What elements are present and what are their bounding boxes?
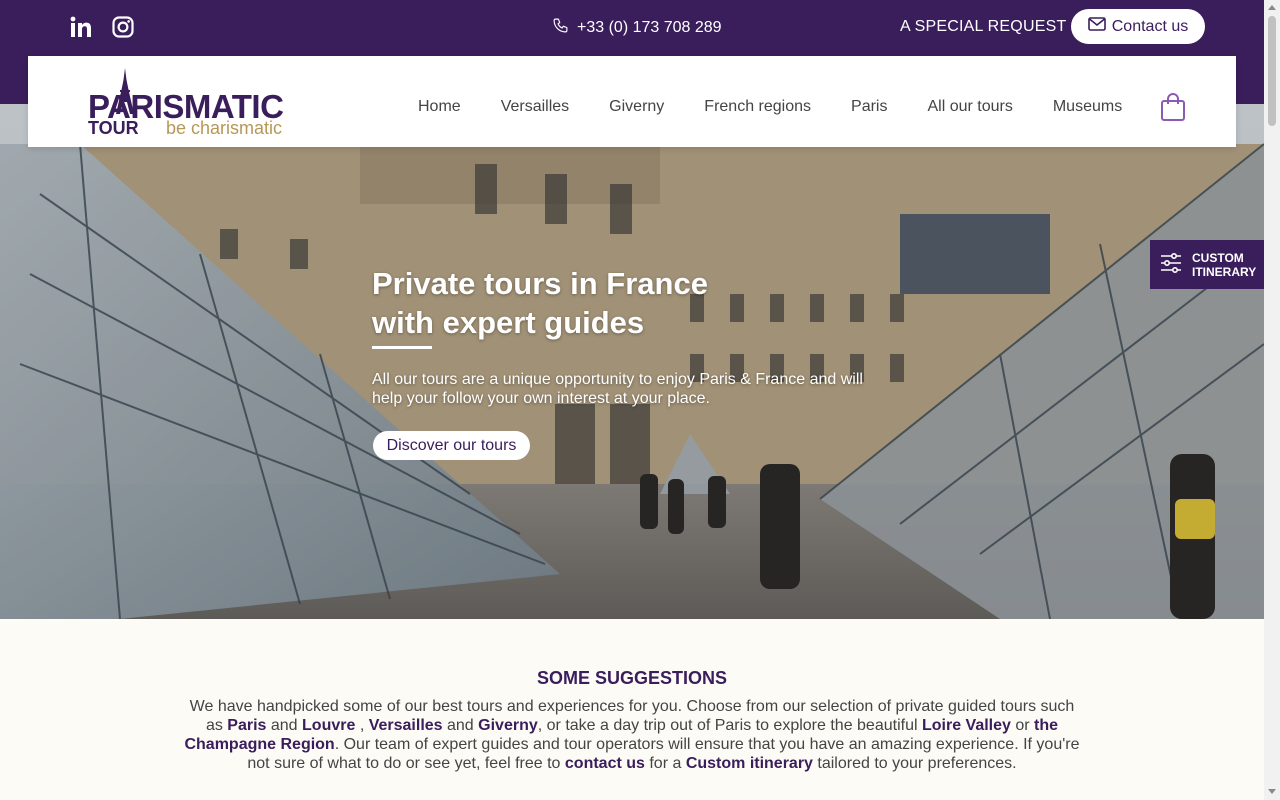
main-navigation: PARISMATIC TOUR be charismatic Home Vers… [28,56,1236,147]
special-request-label: A SPECIAL REQUEST ? [900,18,1080,35]
nav-item-paris[interactable]: Paris [851,98,887,116]
suggestions-text: We have handpicked some of our best tour… [180,697,1084,773]
scroll-down-arrow[interactable] [1268,789,1276,794]
hero-banner: Private tours in France with expert guid… [0,104,1264,619]
nav-item-giverny[interactable]: Giverny [609,98,664,116]
discover-tours-button[interactable]: Discover our tours [373,431,530,460]
custom-itinerary-line2: ITINERARY [1192,264,1257,279]
scroll-up-arrow[interactable] [1268,5,1276,10]
suggestions-text-part: and [266,717,303,734]
link-contact-us[interactable]: contact us [565,755,645,772]
hero-description: All our tours are a unique opportunity t… [372,371,863,407]
suggestions-text-part: for a [644,755,686,772]
suggestions-text-part: tailored to your preferences. [812,755,1017,772]
contact-us-label: Contact us [1111,17,1189,35]
suggestions-text-part: , or take a day trip out of Paris to exp… [537,717,922,734]
suggestions-text-part: and [442,717,479,734]
nav-item-versailles[interactable]: Versailles [501,98,569,116]
mail-icon [1087,17,1106,36]
link-versailles[interactable]: Versailles [369,717,443,734]
link-louvre[interactable]: Louvre [302,717,355,734]
nav-item-french-regions[interactable]: French regions [704,98,811,116]
phone-text: +33 (0) 173 708 289 [577,19,722,36]
suggestions-text-part: , [355,717,369,734]
phone-icon [552,17,569,39]
nav-item-all-tours[interactable]: All our tours [927,98,1012,116]
logo-tagline: be charismatic [166,118,283,138]
link-custom-itinerary[interactable]: Custom itinerary [686,755,813,772]
hero-title-line2: with expert guides [372,305,645,340]
nav-item-home[interactable]: Home [418,98,461,116]
sliders-icon [1160,252,1182,277]
custom-itinerary-button[interactable]: CUSTOM ITINERARY [1150,240,1264,289]
site-logo[interactable]: PARISMATIC TOUR be charismatic [88,68,293,138]
contact-us-button[interactable]: Contact us [1071,9,1205,44]
suggestions-title: SOME SUGGESTIONS [536,668,728,688]
custom-itinerary-label: CUSTOM ITINERARY [1192,251,1256,279]
suggestions-text-part: or [1010,717,1035,734]
custom-itinerary-line1: CUSTOM [1192,250,1244,265]
link-giverny[interactable]: Giverny [478,717,538,734]
hero-title-line1: Private tours in France [372,266,708,301]
link-paris[interactable]: Paris [227,717,266,734]
instagram-icon[interactable] [110,14,136,40]
hero-title: Private tours in France with expert guid… [372,264,772,342]
hero-background-image [0,104,1264,619]
nav-item-museums[interactable]: Museums [1053,98,1122,116]
link-loire-valley[interactable]: Loire Valley [922,717,1011,734]
page-scrollbar[interactable] [1264,0,1280,800]
phone-number[interactable]: +33 (0) 173 708 289 [552,17,722,39]
linkedin-icon[interactable] [68,14,94,40]
hero-divider [372,346,432,349]
scrollbar-thumb[interactable] [1268,16,1276,126]
nav-menu: Home Versailles Giverny French regions P… [418,98,1162,116]
shopping-bag-icon[interactable] [1160,92,1186,127]
logo-sub-text: TOUR [88,118,139,138]
